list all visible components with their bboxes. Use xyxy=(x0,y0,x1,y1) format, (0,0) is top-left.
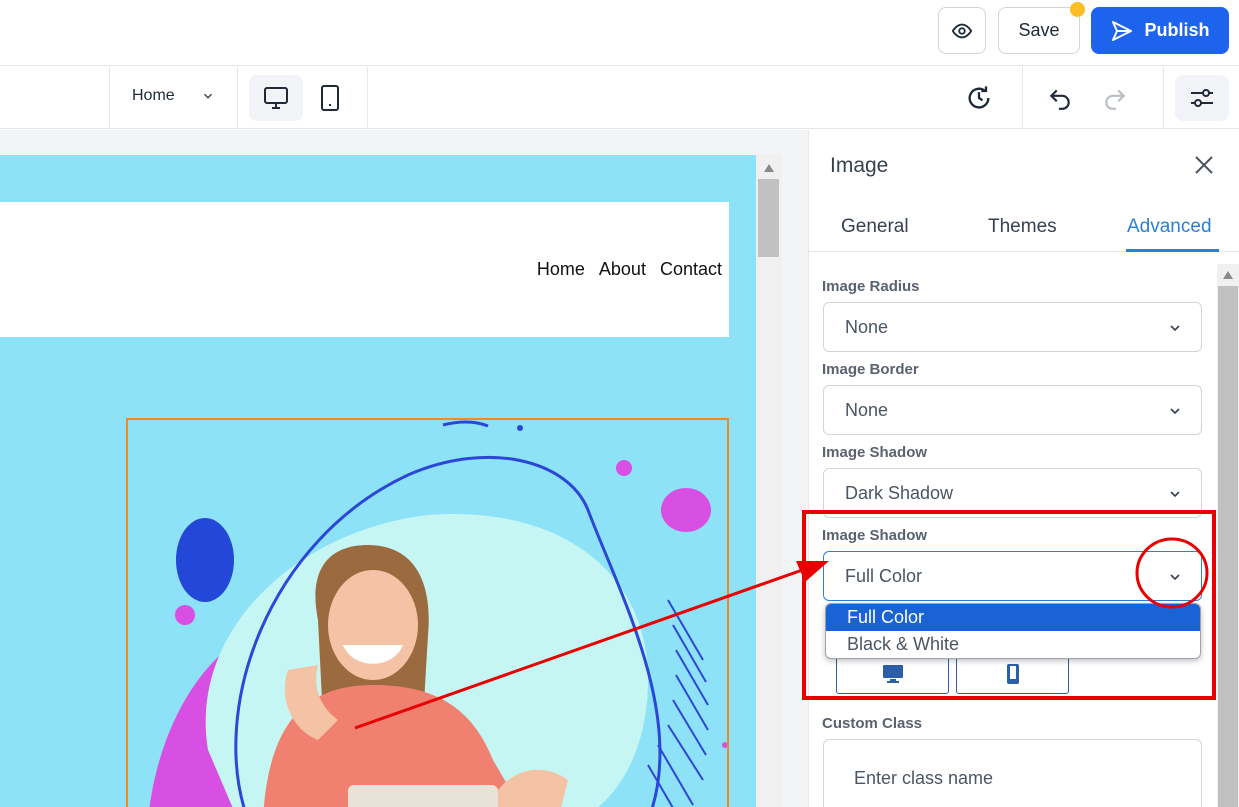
image-radius-select[interactable]: None xyxy=(823,302,1202,352)
redo-icon xyxy=(1105,89,1126,110)
editor-toolbar: Home xyxy=(0,67,1239,129)
unsaved-indicator xyxy=(1070,2,1085,17)
history-icon xyxy=(968,86,990,109)
custom-class-label: Custom Class xyxy=(822,715,923,732)
image-border-value: None xyxy=(845,399,889,420)
active-tab-indicator xyxy=(1126,249,1219,252)
properties-panel: Image General Themes Advanced Image Radi… xyxy=(808,130,1239,807)
chevron-down-icon[interactable] xyxy=(201,89,215,103)
custom-class-placeholder: Enter class name xyxy=(854,768,994,788)
chevron-down-icon xyxy=(1170,491,1180,498)
image-radius-value: None xyxy=(845,316,889,337)
image-shadow-label: Image Shadow xyxy=(822,444,928,461)
publish-label: Publish xyxy=(1144,20,1210,40)
preview-button[interactable] xyxy=(938,7,986,54)
desktop-view-button[interactable] xyxy=(249,75,303,121)
toolbar-divider xyxy=(1022,67,1023,129)
annotation-highlight-box xyxy=(802,510,1216,700)
tab-general[interactable]: General xyxy=(841,216,909,238)
toolbar-divider xyxy=(109,67,110,129)
custom-class-input[interactable]: Enter class name xyxy=(823,739,1202,807)
hero-illustration xyxy=(128,420,727,807)
toolbar-divider xyxy=(237,67,238,129)
save-button[interactable]: Save xyxy=(998,7,1080,54)
close-panel-button[interactable] xyxy=(1191,152,1217,178)
canvas-scroll-thumb[interactable] xyxy=(758,179,779,257)
nav-link-home[interactable]: Home xyxy=(537,259,585,280)
eye-icon xyxy=(951,23,973,38)
image-border-label: Image Border xyxy=(822,361,919,378)
panel-tabs: General Themes Advanced xyxy=(809,202,1239,252)
page-select[interactable]: Home xyxy=(132,87,175,105)
page-select-value: Home xyxy=(132,87,175,104)
image-radius-label: Image Radius xyxy=(822,278,920,295)
nav-link-about[interactable]: About xyxy=(599,259,646,280)
site-header[interactable]: Home About Contact xyxy=(0,202,729,337)
scroll-up-arrow-icon[interactable] xyxy=(764,164,774,172)
mobile-icon xyxy=(321,85,339,111)
desktop-icon xyxy=(264,87,288,109)
mobile-view-button[interactable] xyxy=(307,75,353,121)
site-preview: Home About Contact xyxy=(0,155,756,807)
site-nav: Home About Contact xyxy=(537,259,722,280)
settings-button[interactable] xyxy=(1175,75,1229,121)
redo-button[interactable] xyxy=(1098,81,1132,115)
close-icon xyxy=(1195,156,1213,174)
publish-button[interactable]: Publish xyxy=(1091,7,1229,54)
panel-scroll-thumb[interactable] xyxy=(1218,286,1238,807)
toolbar-divider xyxy=(1163,67,1164,129)
send-icon xyxy=(1112,20,1133,41)
history-button[interactable] xyxy=(962,81,996,115)
panel-title: Image xyxy=(830,154,889,177)
hero-image[interactable] xyxy=(126,418,729,807)
image-shadow-value: Dark Shadow xyxy=(845,482,954,503)
chevron-down-icon xyxy=(1170,325,1180,332)
toolbar-divider xyxy=(367,67,368,129)
tab-advanced[interactable]: Advanced xyxy=(1127,216,1212,238)
undo-icon xyxy=(1049,89,1070,110)
top-bar: Save Publish xyxy=(0,0,1239,66)
nav-link-contact[interactable]: Contact xyxy=(660,259,722,280)
sliders-icon xyxy=(1191,89,1213,107)
tab-themes[interactable]: Themes xyxy=(988,216,1057,238)
scroll-up-arrow-icon[interactable] xyxy=(1223,271,1233,279)
undo-button[interactable] xyxy=(1043,81,1077,115)
chevron-down-icon xyxy=(1170,408,1180,415)
image-border-select[interactable]: None xyxy=(823,385,1202,435)
